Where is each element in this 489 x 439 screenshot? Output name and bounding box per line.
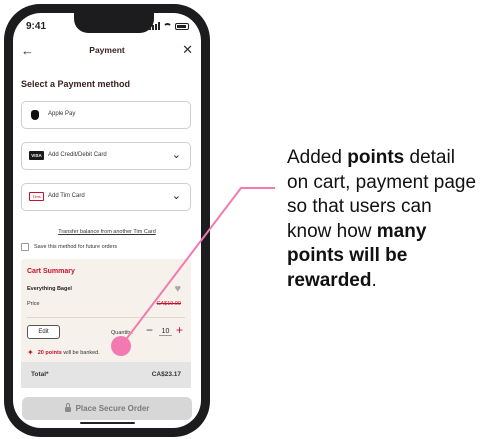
cart-divider [27,317,185,318]
quantity-value[interactable]: 10 [159,328,172,336]
total-value: CA$23.17 [151,371,181,378]
tim-card-icon: Tims [29,192,44,201]
quantity-increase-button[interactable]: + [176,323,183,337]
status-icons [149,22,189,30]
chevron-down-icon[interactable]: ⌄ [172,189,181,202]
save-method-row[interactable]: Save this method for future orders [21,243,117,251]
save-method-checkbox[interactable] [21,243,29,251]
price-label: Price [27,301,40,307]
phone-frame: 9:41 ← Payment ✕ Select a Payment method… [4,4,210,437]
points-suffix: will be banked. [61,349,100,356]
payment-option-label: Add Credit/Debit Card [48,152,107,158]
points-info: ✦ 20 points will be banked. [27,348,100,357]
sparkle-icon: ✦ [27,348,34,357]
nav-bar: ← Payment ✕ [13,41,201,61]
annotation-text: Added points detail on cart, payment pag… [287,146,487,293]
lock-icon [64,403,71,412]
total-bar: Total* CA$23.17 [21,362,191,388]
cart-item-name: Everything Bagel [27,286,72,292]
transfer-balance-link[interactable]: Transfer balance from another Tim Card [13,229,201,235]
payment-option-label: Add Tim Card [48,193,85,199]
annotation-dot [111,336,131,356]
annotation-line-5: points will be [287,245,408,266]
payment-option-card[interactable]: VISA Add Credit/Debit Card ⌄ [21,142,191,170]
annotation-line-1b: points [347,147,405,168]
phone-notch [74,13,154,33]
total-label: Total* [31,371,49,378]
annotation-line-6a: rewarded [287,269,372,291]
points-amount: 20 points [37,349,62,356]
close-icon[interactable]: ✕ [182,42,193,58]
annotation-line-6b: . [371,269,377,291]
price-value: CA$19.99 [156,301,181,307]
apple-icon [31,110,39,120]
cart-title: Cart Summary [27,268,75,275]
payment-option-tim-card[interactable]: Tims Add Tim Card ⌄ [21,183,191,211]
annotation-line-4a: know how [287,220,377,242]
quantity-decrease-button[interactable]: − [146,323,153,337]
signal-icon [149,22,160,30]
cart-summary: Cart Summary Everything Bagel ♥ Price CA… [21,259,191,362]
annotation-line-3: so that users can [287,196,432,217]
annotation-line-1a: Added [287,147,348,168]
annotation-line-1c: detail [404,147,455,168]
phone-screen: 9:41 ← Payment ✕ Select a Payment method… [13,13,201,428]
status-time: 9:41 [26,21,47,32]
payment-option-label: Apple Pay [48,111,76,117]
points-text: 20 points will be banked. [38,350,100,356]
place-secure-order-button[interactable]: Place Secure Order [22,397,192,420]
payment-option-apple-pay[interactable]: Apple Pay [21,101,191,129]
wifi-icon [163,22,172,30]
save-method-label: Save this method for future orders [34,244,118,250]
visa-card-icon: VISA [29,151,44,160]
page-title: Payment [89,45,125,55]
home-indicator [80,422,135,424]
annotation-line-2: on cart, payment page [287,171,477,193]
annotation-line-4b: many [376,220,427,242]
section-title: Select a Payment method [21,79,131,89]
place-order-label: Place Secure Order [75,404,150,413]
chevron-down-icon[interactable]: ⌄ [172,148,181,161]
heart-icon[interactable]: ♥ [174,283,181,295]
battery-icon [175,22,189,30]
edit-button[interactable]: Edit [27,325,60,339]
